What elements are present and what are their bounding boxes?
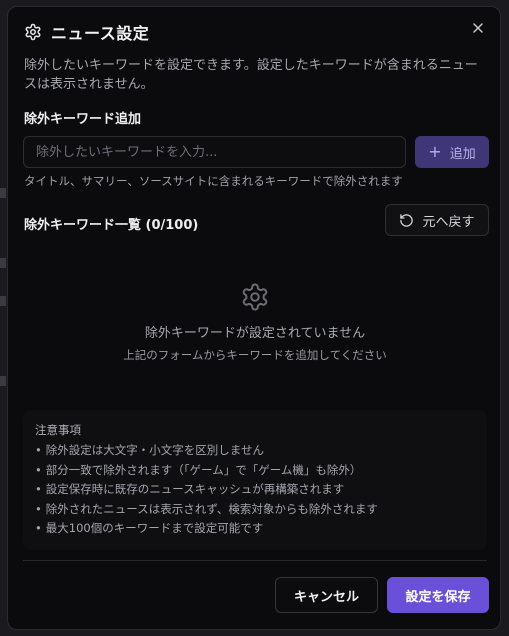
restore-button[interactable]: 元へ戻す: [385, 204, 489, 236]
notes-panel: 注意事項 除外設定は大文字・小文字を区別しません 部分一致で除外されます（「ゲー…: [23, 410, 487, 550]
empty-state-message: 除外キーワードが設定されていません: [144, 326, 366, 341]
empty-state: 除外キーワードが設定されていません 上記のフォームからキーワードを追加してくださ…: [8, 282, 502, 363]
add-keyword-button[interactable]: + 追加: [415, 136, 489, 168]
restore-button-label: 元へ戻す: [422, 214, 475, 230]
gear-icon: [25, 23, 41, 41]
notes-item: 除外設定は大文字・小文字を区別しません: [35, 441, 475, 461]
footer-divider: [23, 560, 487, 561]
plus-icon: +: [428, 142, 442, 161]
add-button-label: 追加: [449, 146, 476, 162]
dialog-description: 除外したいキーワードを設定できます。設定したキーワードが含まれるニュースは表示さ…: [24, 58, 478, 92]
list-section-title: 除外キーワード一覧 (0/100): [24, 218, 199, 233]
dialog-title: ニュース設定: [51, 24, 150, 43]
notes-item: 部分一致で除外されます（「ゲーム」で「ゲーム機」も除外）: [35, 461, 475, 481]
notes-title: 注意事項: [35, 423, 81, 437]
notes-item: 設定保存時に既存のニュースキャッシュが再構築されます: [35, 480, 475, 500]
cancel-button[interactable]: キャンセル: [275, 577, 378, 613]
notes-list: 除外設定は大文字・小文字を区別しません 部分一致で除外されます（「ゲーム」で「ゲ…: [35, 441, 475, 539]
background-fragment: [0, 376, 6, 386]
keyword-input[interactable]: [23, 136, 406, 168]
gear-icon: [242, 283, 268, 311]
background-fragment: [0, 296, 6, 306]
close-icon[interactable]: [470, 20, 486, 36]
keyword-hint: タイトル、サマリー、ソースサイトに含まれるキーワードで除外されます: [24, 174, 403, 188]
add-section-title: 除外キーワード追加: [24, 112, 142, 127]
notes-item: 除外されたニュースは表示されず、検索対象からも除外されます: [35, 500, 475, 520]
background-fragment: [0, 258, 6, 268]
keyword-input-row: + 追加: [23, 136, 490, 168]
news-settings-dialog: ニュース設定 除外したいキーワードを設定できます。設定したキーワードが含まれるニ…: [7, 6, 501, 630]
notes-item: 最大100個のキーワードまで設定可能です: [35, 519, 475, 539]
rotate-ccw-icon: [400, 213, 414, 227]
save-settings-button[interactable]: 設定を保存: [387, 577, 489, 613]
empty-state-subtext: 上記のフォームからキーワードを追加してください: [123, 348, 387, 362]
background-fragment: [0, 188, 6, 198]
dialog-header: ニュース設定: [24, 21, 149, 43]
